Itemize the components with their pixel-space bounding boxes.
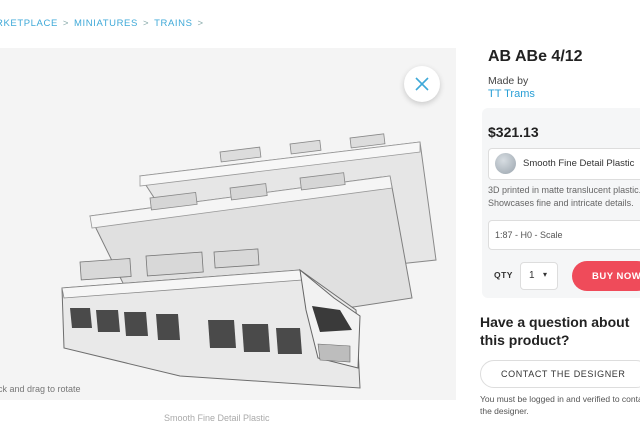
breadcrumb-separator: > <box>197 18 204 29</box>
made-by-label: Made by <box>488 75 529 87</box>
close-viewer-button[interactable] <box>404 66 440 102</box>
breadcrumb-miniatures[interactable]: MINIATURES <box>74 18 138 29</box>
question-heading: Have a question about this product? <box>480 314 630 348</box>
product-price: $321.13 <box>488 124 539 140</box>
designer-link[interactable]: TT Trams <box>488 88 535 100</box>
close-icon <box>415 77 429 91</box>
material-name: Smooth Fine Detail Plastic <box>523 158 635 169</box>
train-model-render[interactable] <box>0 48 456 400</box>
contact-designer-button[interactable]: CONTACT THE DESIGNER <box>480 360 640 388</box>
breadcrumb-separator: > <box>142 18 150 29</box>
material-swatch-icon <box>495 153 516 174</box>
login-note: You must be logged in and verified to co… <box>480 394 640 416</box>
breadcrumb-marketplace[interactable]: RKETPLACE <box>0 18 58 29</box>
material-caption: Smooth Fine Detail Plastic <box>164 413 270 423</box>
scale-select[interactable]: 1:87 - H0 - Scale <box>488 220 640 250</box>
breadcrumb-trains[interactable]: TRAINS <box>154 18 192 29</box>
chevron-down-icon: ▾ <box>543 270 548 279</box>
scale-value: 1:87 - H0 - Scale <box>495 230 563 240</box>
product-panel: AB ABe 4/12 Made by TT Trams $321.13 Smo… <box>478 0 640 426</box>
qty-label: QTY <box>494 270 513 280</box>
material-select[interactable]: Smooth Fine Detail Plastic <box>488 148 640 180</box>
breadcrumb: RKETPLACE > MINIATURES > TRAINS > <box>0 18 209 29</box>
breadcrumb-separator: > <box>62 18 70 29</box>
qty-value: 1 <box>529 270 535 281</box>
model-viewer[interactable] <box>0 48 456 400</box>
product-title: AB ABe 4/12 <box>488 48 583 65</box>
qty-select[interactable]: 1 ▾ <box>520 262 558 290</box>
material-description: 3D printed in matte translucent plastic.… <box>488 185 640 208</box>
rotate-hint: ck and drag to rotate <box>0 384 81 394</box>
buy-now-button[interactable]: BUY NOW <box>572 261 640 291</box>
